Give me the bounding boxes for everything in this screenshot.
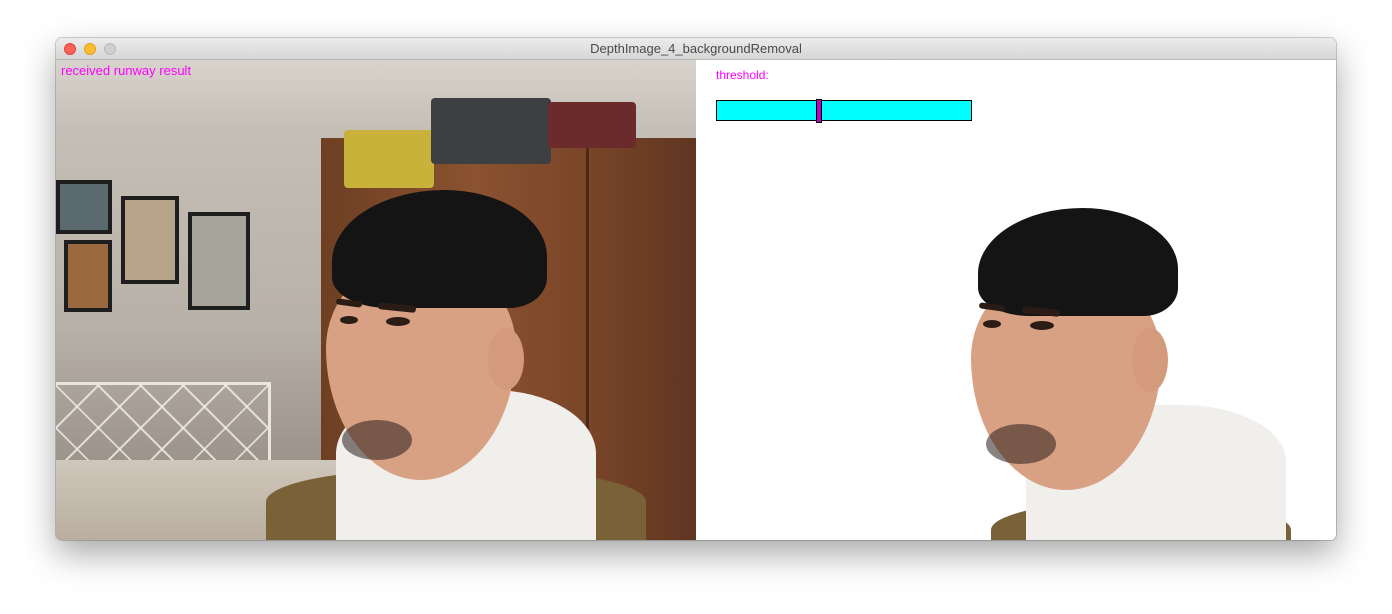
threshold-label: threshold: [716,68,769,82]
eye [340,316,358,324]
app-window: DepthImage_4_backgroundRemoval received … [56,38,1336,540]
eye [1030,321,1054,330]
picture-frame [188,212,250,310]
picture-frame [56,180,112,234]
window-title: DepthImage_4_backgroundRemoval [590,41,802,56]
eye [386,317,410,326]
ear [1132,328,1168,392]
title-bar[interactable]: DepthImage_4_backgroundRemoval [56,38,1336,60]
eye [983,320,1001,328]
camera-image: received runway result [56,60,696,540]
ear [488,328,524,390]
yellow-suitcase [344,130,434,188]
goatee [986,424,1056,464]
background-removed-image: threshold: [696,60,1336,540]
grey-suitcase [431,98,551,164]
threshold-slider-handle[interactable] [816,99,822,123]
red-suitcase [548,102,636,148]
picture-frame [121,196,179,284]
sketch-canvas[interactable]: received runway result threshold: [56,60,1336,540]
runway-status-text: received runway result [61,63,192,78]
threshold-slider[interactable] [716,99,972,123]
hair [978,208,1178,316]
headboard [56,382,271,472]
goatee [342,420,412,460]
picture-frame [64,240,112,312]
